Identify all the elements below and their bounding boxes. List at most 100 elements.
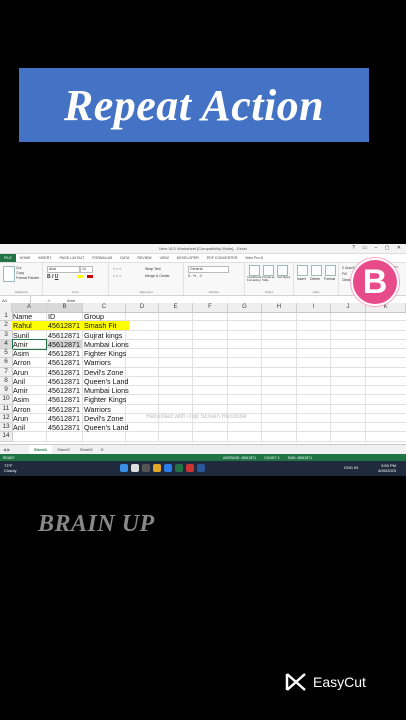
tab-home[interactable]: HOME bbox=[16, 256, 35, 260]
cell-b11[interactable]: 45612871 bbox=[47, 405, 80, 414]
tab-developer[interactable]: DEVELOPER bbox=[173, 256, 203, 260]
indent-icons[interactable]: ≡ ≡ ≡ bbox=[113, 274, 121, 278]
cell-a12[interactable]: Arun bbox=[12, 414, 28, 423]
tab-nitro[interactable]: Nitro Pro 8 bbox=[241, 256, 266, 260]
tab-insert[interactable]: INSERT bbox=[34, 256, 55, 260]
cell-c2[interactable]: Smash Fit bbox=[83, 321, 116, 330]
tab-view[interactable]: VIEW bbox=[156, 256, 173, 260]
window-controls[interactable]: ? ▭ – ▢ ✕ bbox=[352, 244, 404, 253]
cut-button[interactable]: Cut bbox=[16, 266, 21, 270]
merge-center-button[interactable]: Merge & Center bbox=[145, 274, 170, 278]
language-indicator[interactable]: ENG IN bbox=[344, 465, 358, 470]
cell-c5[interactable]: Fighter Kings bbox=[83, 349, 126, 358]
fill-color-icon[interactable] bbox=[77, 275, 83, 278]
cell-b13[interactable]: 45612871 bbox=[47, 423, 80, 432]
excel-taskbar-icon[interactable] bbox=[175, 464, 183, 472]
conditional-formatting-button[interactable]: Conditional Formatting bbox=[247, 276, 261, 282]
column-header-j[interactable]: J bbox=[331, 303, 366, 313]
cell-a6[interactable]: Arron bbox=[12, 358, 31, 367]
tab-pdf-converter[interactable]: PDF CONVERTER bbox=[203, 256, 242, 260]
format-as-table-button[interactable]: Format as Table bbox=[262, 276, 276, 282]
tab-file[interactable]: FILE bbox=[0, 254, 16, 262]
status-sum: SUM: 45612871 bbox=[287, 455, 313, 460]
cell-c9[interactable]: Mumbai Lions bbox=[83, 386, 129, 395]
tab-page-layout[interactable]: PAGE LAYOUT bbox=[56, 256, 89, 260]
task-view-icon[interactable] bbox=[142, 464, 150, 472]
font-size-combo[interactable]: 10 bbox=[80, 266, 93, 273]
edge-icon[interactable] bbox=[164, 464, 172, 472]
insert-button[interactable]: Insert bbox=[297, 277, 306, 281]
format-button[interactable]: Format bbox=[324, 277, 335, 281]
cell-b10[interactable]: 45612871 bbox=[47, 395, 80, 404]
sheet-nav-arrows[interactable]: ◀ ▶ bbox=[0, 447, 29, 452]
cell-a11[interactable]: Arron bbox=[12, 405, 31, 414]
cell-a9[interactable]: Amir bbox=[12, 386, 28, 395]
weather-widget[interactable]: 73°F Cloudy bbox=[4, 463, 16, 473]
cell-a5[interactable]: Asim bbox=[12, 349, 29, 358]
cell-c10[interactable]: Fighter Kings bbox=[83, 395, 126, 404]
sheet-tab-sheet1[interactable]: Sheet1 bbox=[29, 444, 53, 455]
cell-b5[interactable]: 45612871 bbox=[47, 349, 80, 358]
cell-c3[interactable]: Gujrat kings bbox=[83, 331, 122, 340]
cell-b3[interactable]: 45612871 bbox=[47, 331, 80, 340]
column-header-e[interactable]: E bbox=[159, 303, 193, 313]
cell-b9[interactable]: 45612871 bbox=[47, 386, 80, 395]
start-icon[interactable] bbox=[120, 464, 128, 472]
cell-a7[interactable]: Arun bbox=[12, 368, 28, 377]
tab-data[interactable]: DATA bbox=[116, 256, 133, 260]
insert-cells-icon[interactable] bbox=[297, 265, 308, 276]
column-header-i[interactable]: I bbox=[297, 303, 331, 313]
tab-formulas[interactable]: FORMULAS bbox=[88, 256, 116, 260]
cell-c6[interactable]: Warriors bbox=[83, 358, 111, 367]
bold-italic-underline-icons[interactable]: B I U bbox=[47, 274, 58, 280]
copy-button[interactable]: Copy bbox=[16, 271, 24, 275]
column-header-f[interactable]: F bbox=[193, 303, 228, 313]
clear-button[interactable]: Clear bbox=[342, 278, 350, 282]
cell-c1[interactable]: Group bbox=[83, 312, 104, 321]
cell-styles-button[interactable]: Cell Styles bbox=[277, 276, 291, 279]
cell-a8[interactable]: Anil bbox=[12, 377, 25, 386]
cell-b8[interactable]: 45612871 bbox=[47, 377, 80, 386]
cell-c12[interactable]: Devil's Zone bbox=[83, 414, 123, 423]
align-icons[interactable]: ≡ ≡ ≡ bbox=[113, 267, 121, 271]
cell-c7[interactable]: Devil's Zone bbox=[83, 368, 123, 377]
recorder-taskbar-icon[interactable] bbox=[186, 464, 194, 472]
number-format-combo[interactable]: General bbox=[188, 266, 229, 273]
column-header-g[interactable]: G bbox=[228, 303, 262, 313]
cell-b12[interactable]: 45612871 bbox=[47, 414, 80, 423]
taskbar-clock[interactable]: 3:59 PM 6/30/2023 bbox=[378, 463, 396, 473]
cell-b1[interactable]: ID bbox=[47, 312, 55, 321]
format-cells-icon[interactable] bbox=[325, 265, 336, 276]
cell-a10[interactable]: Asim bbox=[12, 395, 29, 404]
cell-c11[interactable]: Warriors bbox=[83, 405, 111, 414]
delete-cells-icon[interactable] bbox=[311, 265, 322, 276]
column-header-d[interactable]: D bbox=[126, 303, 159, 313]
cell-c8[interactable]: Queen's Land bbox=[83, 377, 129, 386]
format-painter-button[interactable]: Format Painter bbox=[16, 276, 39, 280]
cell-c4[interactable]: Mumbai Lions bbox=[83, 340, 129, 349]
font-name-combo[interactable]: Arial bbox=[47, 266, 80, 273]
delete-button[interactable]: Delete bbox=[310, 277, 320, 281]
paste-icon[interactable] bbox=[3, 266, 15, 282]
tab-review[interactable]: REVIEW bbox=[133, 256, 155, 260]
cell-b7[interactable]: 45612871 bbox=[47, 368, 80, 377]
sheet-tab-sheet3[interactable]: Sheet3 bbox=[75, 445, 98, 454]
cell-a4[interactable]: Amir bbox=[12, 340, 28, 349]
file-explorer-icon[interactable] bbox=[153, 464, 161, 472]
add-sheet-icon[interactable]: ⊕ bbox=[98, 445, 107, 454]
sheet-tab-sheet2[interactable]: Sheet2 bbox=[52, 445, 75, 454]
number-format-icons[interactable]: $ - % , .0 bbox=[188, 274, 202, 278]
word-taskbar-icon[interactable] bbox=[197, 464, 205, 472]
column-header-h[interactable]: H bbox=[262, 303, 297, 313]
fill-button[interactable]: Fill bbox=[342, 272, 346, 276]
cell-c13[interactable]: Queen's Land bbox=[83, 423, 129, 432]
cell-a1[interactable]: Name bbox=[12, 312, 32, 321]
cell-b6[interactable]: 45612871 bbox=[47, 358, 80, 367]
cell-a2[interactable]: Rahul bbox=[12, 321, 32, 330]
search-icon[interactable] bbox=[131, 464, 139, 472]
font-color-icon[interactable] bbox=[87, 275, 93, 278]
cell-b4[interactable]: 45612871 bbox=[47, 340, 80, 349]
cell-a13[interactable]: Anil bbox=[12, 423, 25, 432]
cell-b2[interactable]: 45612871 bbox=[47, 321, 80, 330]
wrap-text-button[interactable]: Wrap Text bbox=[145, 267, 161, 271]
